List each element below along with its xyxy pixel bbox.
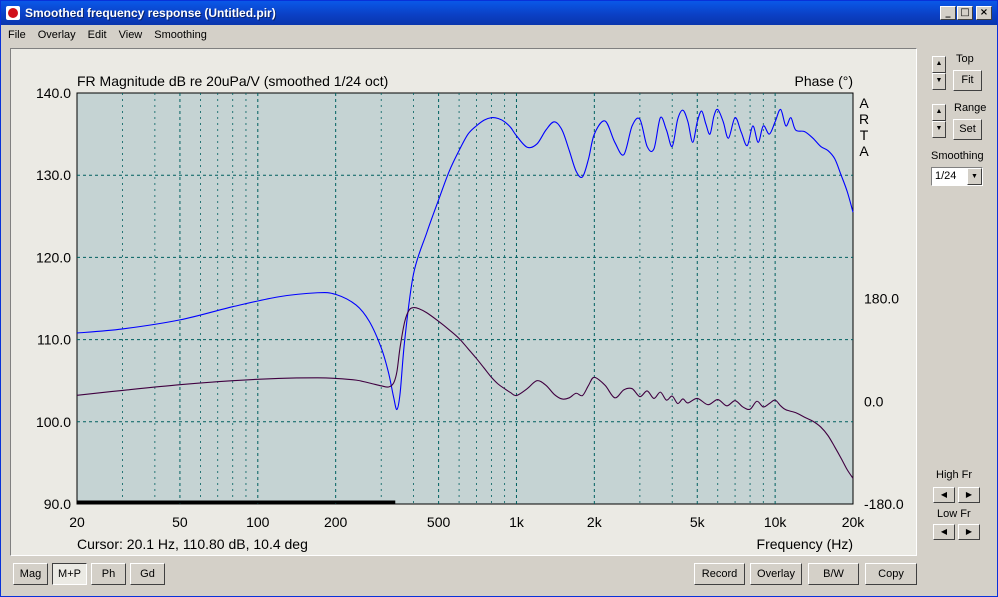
y-tick-label: 140.0 [36,85,71,101]
x-tick-label: 100 [246,514,270,530]
y-tick-label: 130.0 [36,167,71,183]
x-tick-label: 20 [69,514,85,530]
mag-phase-button[interactable]: M+P [52,563,87,585]
plot-area[interactable] [76,92,854,505]
low-fr-right-button[interactable]: ▶ [958,524,980,540]
chevron-down-icon[interactable]: ▼ [967,168,982,185]
high-fr-left-button[interactable]: ◀ [933,487,955,503]
high-fr-right-button[interactable]: ▶ [958,487,980,503]
y-tick-label: 110.0 [37,332,71,348]
range-up-button[interactable]: ▲ [932,104,946,121]
cursor-readout: Cursor: 20.1 Hz, 110.80 dB, 10.4 deg [77,536,308,552]
y-tick-label: 120.0 [36,249,71,265]
brand-letter: R [859,111,869,127]
y2-tick-label: -180.0 [864,496,904,512]
fit-button[interactable]: Fit [953,70,982,91]
brand-letter: A [859,95,869,111]
brand-letter: T [860,127,869,143]
frequency-response-chart: 90.0 100.0 110.0 120.0 130.0 140.0 180.0 0.0 -18… [36,73,904,552]
top-label: Top [956,53,974,65]
x-tick-label: 1k [509,514,525,530]
copy-button[interactable]: Copy [865,563,917,585]
low-fr-label: Low Fr [937,508,971,520]
chart-title: FR Magnitude dB re 20uPa/V (smoothed 1/2… [77,73,388,89]
mag-button[interactable]: Mag [13,563,48,585]
x-tick-label: 2k [587,514,603,530]
y-tick-label: 90.0 [44,496,71,512]
x-tick-label: 5k [690,514,706,530]
high-fr-label: High Fr [936,469,973,481]
low-fr-left-button[interactable]: ◀ [933,524,955,540]
top-down-button[interactable]: ▼ [932,73,946,90]
x-tick-label: 200 [324,514,348,530]
bw-button[interactable]: B/W [808,563,859,585]
phase-button[interactable]: Ph [91,563,126,585]
y2-tick-label: 0.0 [864,393,884,409]
smoothing-value: 1/24 [935,170,957,182]
x-axis-label: Frequency (Hz) [757,536,853,552]
x-tick-label: 20k [842,514,866,530]
range-label: Range [954,102,987,114]
record-button[interactable]: Record [694,563,745,585]
brand-letter: A [859,143,869,159]
set-button[interactable]: Set [953,119,982,140]
overlay-button[interactable]: Overlay [750,563,802,585]
y-tick-label: 100.0 [36,414,71,430]
x-tick-label: 10k [764,514,788,530]
x-tick-label: 500 [427,514,451,530]
group-delay-button[interactable]: Gd [130,563,165,585]
phase-axis-title: Phase (°) [794,73,853,89]
top-up-button[interactable]: ▲ [932,56,946,73]
x-tick-label: 50 [172,514,188,530]
smoothing-select[interactable]: 1/24 ▼ [931,167,983,186]
range-down-button[interactable]: ▼ [932,121,946,138]
y2-tick-label: 180.0 [864,291,899,307]
arta-logo: ARTA [859,95,869,159]
smoothing-label: Smoothing [931,150,984,162]
